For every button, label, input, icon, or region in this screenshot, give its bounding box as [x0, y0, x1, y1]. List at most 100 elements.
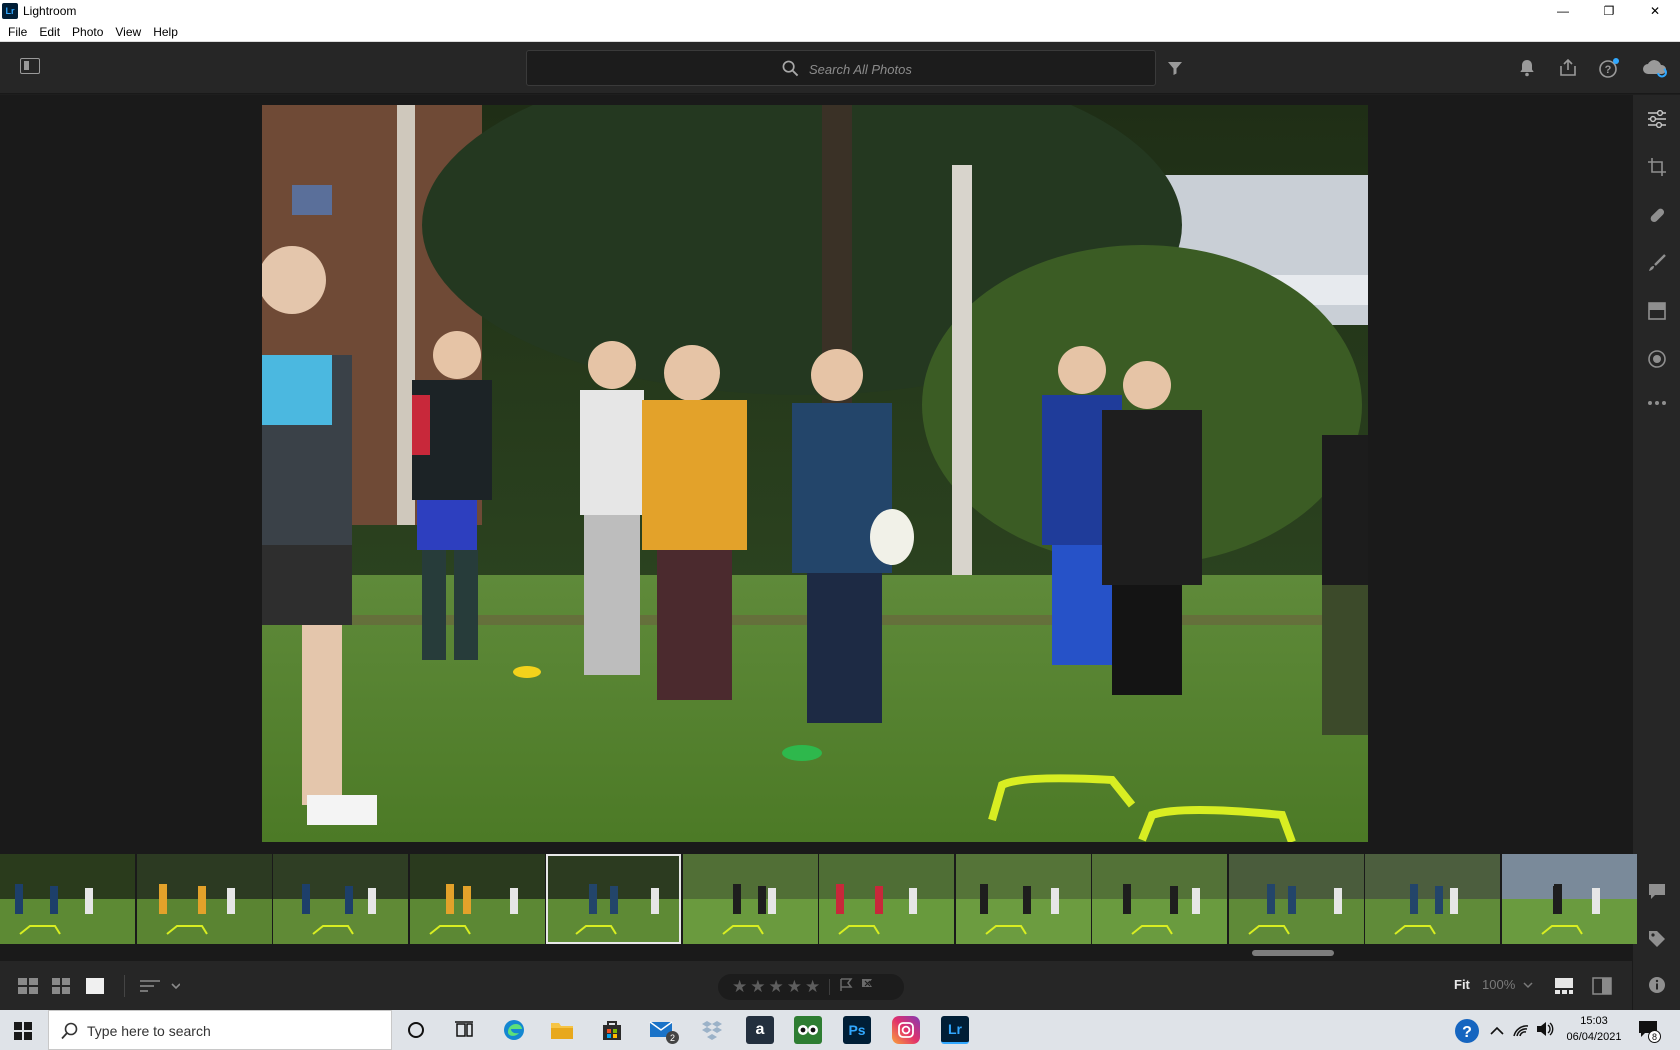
- filmstrip-thumbnail[interactable]: [819, 854, 954, 944]
- filmstrip-thumbnail[interactable]: [955, 854, 1091, 944]
- compare-icon[interactable]: [1592, 977, 1612, 1000]
- reject-flag-icon[interactable]: [860, 978, 874, 997]
- search-icon: [782, 60, 799, 77]
- pick-flag-icon[interactable]: [839, 977, 853, 997]
- svg-text:?: ?: [1462, 1024, 1472, 1041]
- mail-icon[interactable]: 2: [648, 1016, 679, 1044]
- menu-photo[interactable]: Photo: [72, 25, 103, 39]
- taskbar-search-input[interactable]: [87, 1021, 377, 1041]
- menu-bar: File Edit Photo View Help: [0, 22, 1680, 42]
- radial-gradient-icon[interactable]: [1645, 347, 1669, 371]
- more-icon[interactable]: [1645, 391, 1669, 415]
- zoom-percent-dropdown[interactable]: 100%: [1482, 977, 1533, 992]
- window-title: Lightroom: [23, 4, 77, 18]
- star-1[interactable]: ★: [732, 977, 747, 997]
- healing-icon[interactable]: [1645, 203, 1669, 227]
- rating-divider: [829, 979, 831, 995]
- lightroom-label: Lr: [948, 1021, 962, 1037]
- tripadvisor-icon[interactable]: [794, 1016, 822, 1044]
- linear-gradient-icon[interactable]: [1645, 299, 1669, 323]
- file-explorer-icon[interactable]: [548, 1016, 576, 1044]
- info-icon[interactable]: [1645, 973, 1669, 997]
- filmstrip-thumbnail-selected[interactable]: [546, 854, 681, 944]
- volume-icon[interactable]: [1536, 1021, 1554, 1042]
- cortana-icon[interactable]: [402, 1016, 430, 1044]
- lightroom-app-icon: Lr: [2, 3, 18, 19]
- edit-sliders-icon[interactable]: [1645, 107, 1669, 131]
- windows-start-icon[interactable]: [14, 1022, 32, 1045]
- filter-icon[interactable]: [1163, 56, 1187, 80]
- search-input[interactable]: [809, 59, 1109, 79]
- taskbar-search[interactable]: [48, 1010, 392, 1050]
- filmstrip-toggle-icon[interactable]: [1554, 977, 1574, 1000]
- divider: [124, 975, 125, 997]
- window-title-bar: Lr Lightroom — ❐ ✕: [0, 0, 1680, 22]
- mail-badge: 2: [666, 1031, 679, 1044]
- chevron-down-icon: [1523, 982, 1533, 989]
- minimize-button[interactable]: —: [1540, 0, 1586, 22]
- filmstrip-thumbnail[interactable]: [136, 854, 272, 944]
- brush-icon[interactable]: [1645, 251, 1669, 275]
- wifi-icon[interactable]: [1512, 1021, 1530, 1042]
- star-2[interactable]: ★: [750, 977, 765, 997]
- zoom-percent-value: 100%: [1482, 977, 1516, 992]
- close-button[interactable]: ✕: [1632, 0, 1678, 22]
- comments-icon[interactable]: [1645, 879, 1669, 903]
- store-icon[interactable]: [598, 1016, 626, 1044]
- help-tray-icon[interactable]: ?: [1454, 1018, 1480, 1049]
- crop-icon[interactable]: [1645, 155, 1669, 179]
- filmstrip-thumbnail[interactable]: [1092, 854, 1227, 944]
- photoshop-icon[interactable]: Ps: [843, 1016, 871, 1044]
- windows-taskbar: 2 a Ps Lr ? 15:03 06/04/2021 8: [0, 1010, 1680, 1050]
- filmstrip-thumbnail[interactable]: [1228, 854, 1364, 944]
- restore-button[interactable]: ❐: [1586, 0, 1632, 22]
- filmstrip-thumbnail[interactable]: [1501, 854, 1637, 944]
- edit-tools-panel: [1632, 95, 1680, 1010]
- star-5[interactable]: ★: [805, 977, 820, 997]
- main-photo: [262, 105, 1368, 842]
- star-rating[interactable]: ★ ★ ★ ★ ★: [718, 974, 904, 1000]
- svg-text:?: ?: [1605, 64, 1612, 76]
- photoshop-label: Ps: [848, 1022, 866, 1038]
- filmstrip: [0, 852, 1637, 960]
- filmstrip-thumbnail[interactable]: [682, 854, 818, 944]
- panel-toggle-icon[interactable]: [20, 58, 40, 74]
- menu-view[interactable]: View: [115, 25, 141, 39]
- bottom-bar: ★ ★ ★ ★ ★ Fit 100%: [0, 960, 1632, 1010]
- task-view-icon[interactable]: [450, 1016, 478, 1044]
- menu-help[interactable]: Help: [153, 25, 178, 39]
- bell-icon[interactable]: [1515, 56, 1539, 80]
- notification-center-icon[interactable]: 8: [1638, 1020, 1661, 1043]
- instagram-icon[interactable]: [892, 1016, 920, 1044]
- star-3[interactable]: ★: [769, 977, 784, 997]
- square-grid-icon[interactable]: [18, 978, 38, 999]
- grid-icon[interactable]: [52, 978, 70, 999]
- filmstrip-thumbnail[interactable]: [409, 854, 545, 944]
- sort-icon[interactable]: [140, 979, 181, 998]
- clock-time: 15:03: [1580, 1015, 1608, 1027]
- filmstrip-thumbnail[interactable]: [1365, 854, 1500, 944]
- dropbox-icon[interactable]: [698, 1016, 726, 1044]
- zoom-fit-button[interactable]: Fit: [1454, 977, 1470, 992]
- filmstrip-thumbnail[interactable]: [273, 854, 408, 944]
- tray-expand-icon[interactable]: [1490, 1023, 1504, 1041]
- clock-date: 06/04/2021: [1566, 1031, 1622, 1043]
- taskbar-clock[interactable]: 15:03 06/04/2021: [1560, 1013, 1628, 1045]
- menu-file[interactable]: File: [8, 25, 27, 39]
- search-bar[interactable]: [526, 50, 1156, 86]
- help-icon[interactable]: ?: [1597, 56, 1621, 80]
- share-icon[interactable]: [1556, 56, 1580, 80]
- filmstrip-thumbnail[interactable]: [0, 854, 135, 944]
- cloud-sync-icon[interactable]: [1640, 56, 1670, 80]
- edge-icon[interactable]: [500, 1016, 528, 1044]
- star-4[interactable]: ★: [787, 977, 802, 997]
- menu-edit[interactable]: Edit: [39, 25, 60, 39]
- lightroom-icon[interactable]: Lr: [941, 1016, 969, 1044]
- amazon-label: a: [755, 1021, 765, 1038]
- top-toolbar: ?: [0, 42, 1680, 94]
- amazon-icon[interactable]: a: [746, 1016, 774, 1044]
- filmstrip-scrollbar[interactable]: [1252, 950, 1334, 956]
- keywords-icon[interactable]: [1645, 927, 1669, 951]
- search-icon: [61, 1022, 78, 1040]
- detail-view-icon[interactable]: [86, 978, 104, 999]
